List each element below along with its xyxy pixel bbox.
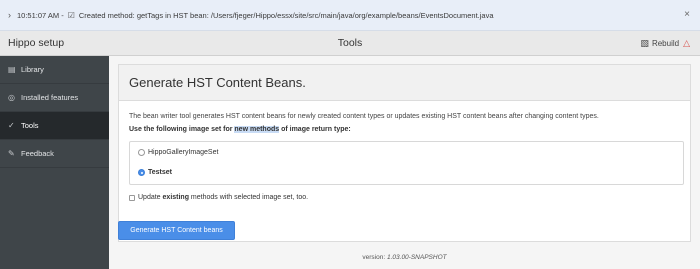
rebuild-icon: ▧ <box>640 38 649 48</box>
notification-bar: › 10:51:07 AM - ☑ Created method: getTag… <box>0 0 700 31</box>
radio-button[interactable] <box>138 149 145 156</box>
image-set-label-text: Use the following image set for <box>129 126 235 133</box>
checkmark-icon: ☑ <box>67 10 75 20</box>
option-testset[interactable]: Testset <box>138 169 172 176</box>
page-title: Tools <box>337 37 363 49</box>
image-set-options: HippoGalleryImageSet Testset <box>129 141 684 185</box>
feedback-icon: ✎ <box>8 149 15 158</box>
sidebar-item-tools[interactable]: ✓ Tools <box>0 112 109 140</box>
version-prefix: version: <box>362 254 387 261</box>
option-label: Testset <box>148 169 172 176</box>
notification-message: Created method: getTags in HST bean: /Us… <box>78 10 494 20</box>
app-header: Hippo setup Tools ▧ Rebuild △ <box>0 31 700 56</box>
tool-description: The bean writer tool generates HST conte… <box>129 113 599 120</box>
radio-button-selected[interactable] <box>138 169 145 176</box>
panel-title: Generate HST Content Beans. <box>129 75 306 90</box>
sidebar-item-feedback[interactable]: ✎ Feedback <box>0 140 109 168</box>
sidebar-item-installed-features[interactable]: ◎ Installed features <box>0 84 109 112</box>
sidebar-item-label: Tools <box>21 121 39 130</box>
sidebar-item-library[interactable]: ▤ Library <box>0 56 109 84</box>
version-value: 1.03.00-SNAPSHOT <box>386 254 447 261</box>
update-label: Update existing methods with selected im… <box>138 194 308 201</box>
image-set-label-highlight: new methods <box>234 126 280 133</box>
update-label-start: Update <box>138 194 163 201</box>
image-set-label: Use the following image set for new meth… <box>129 126 351 133</box>
update-label-end: methods with selected image set, too. <box>188 194 309 201</box>
sidebar-item-label: Installed features <box>21 93 79 102</box>
image-set-label-text-end: of image return type: <box>279 126 351 133</box>
main-content: Generate HST Content Beans. The bean wri… <box>109 56 700 269</box>
features-icon: ◎ <box>8 93 15 102</box>
rebuild-button[interactable]: ▧ Rebuild △ <box>640 38 690 49</box>
close-icon[interactable]: × <box>684 9 690 20</box>
sidebar-item-label: Library <box>21 65 44 74</box>
bell-icon[interactable]: △ <box>683 38 690 49</box>
notification-time: 10:51:07 AM - <box>17 10 64 20</box>
update-existing-checkbox[interactable] <box>129 194 135 201</box>
tools-icon: ✓ <box>8 121 15 130</box>
chevron-right-icon[interactable]: › <box>8 10 11 20</box>
version-text: version: 1.03.00-SNAPSHOT <box>109 254 700 261</box>
library-icon: ▤ <box>8 65 16 74</box>
panel-header: Generate HST Content Beans. <box>119 65 690 101</box>
generate-beans-button[interactable]: Generate HST Content beans <box>118 221 235 240</box>
sidebar: ▤ Library ◎ Installed features ✓ Tools ✎… <box>0 56 109 269</box>
update-label-bold: existing <box>162 194 189 201</box>
update-existing-checkbox-row[interactable]: Update existing methods with selected im… <box>129 194 308 201</box>
option-hippo-gallery-image-set[interactable]: HippoGalleryImageSet <box>138 149 218 156</box>
sidebar-item-label: Feedback <box>21 149 54 158</box>
rebuild-label: Rebuild <box>651 39 680 48</box>
option-label: HippoGalleryImageSet <box>148 149 219 156</box>
bean-writer-panel: Generate HST Content Beans. The bean wri… <box>118 64 691 242</box>
